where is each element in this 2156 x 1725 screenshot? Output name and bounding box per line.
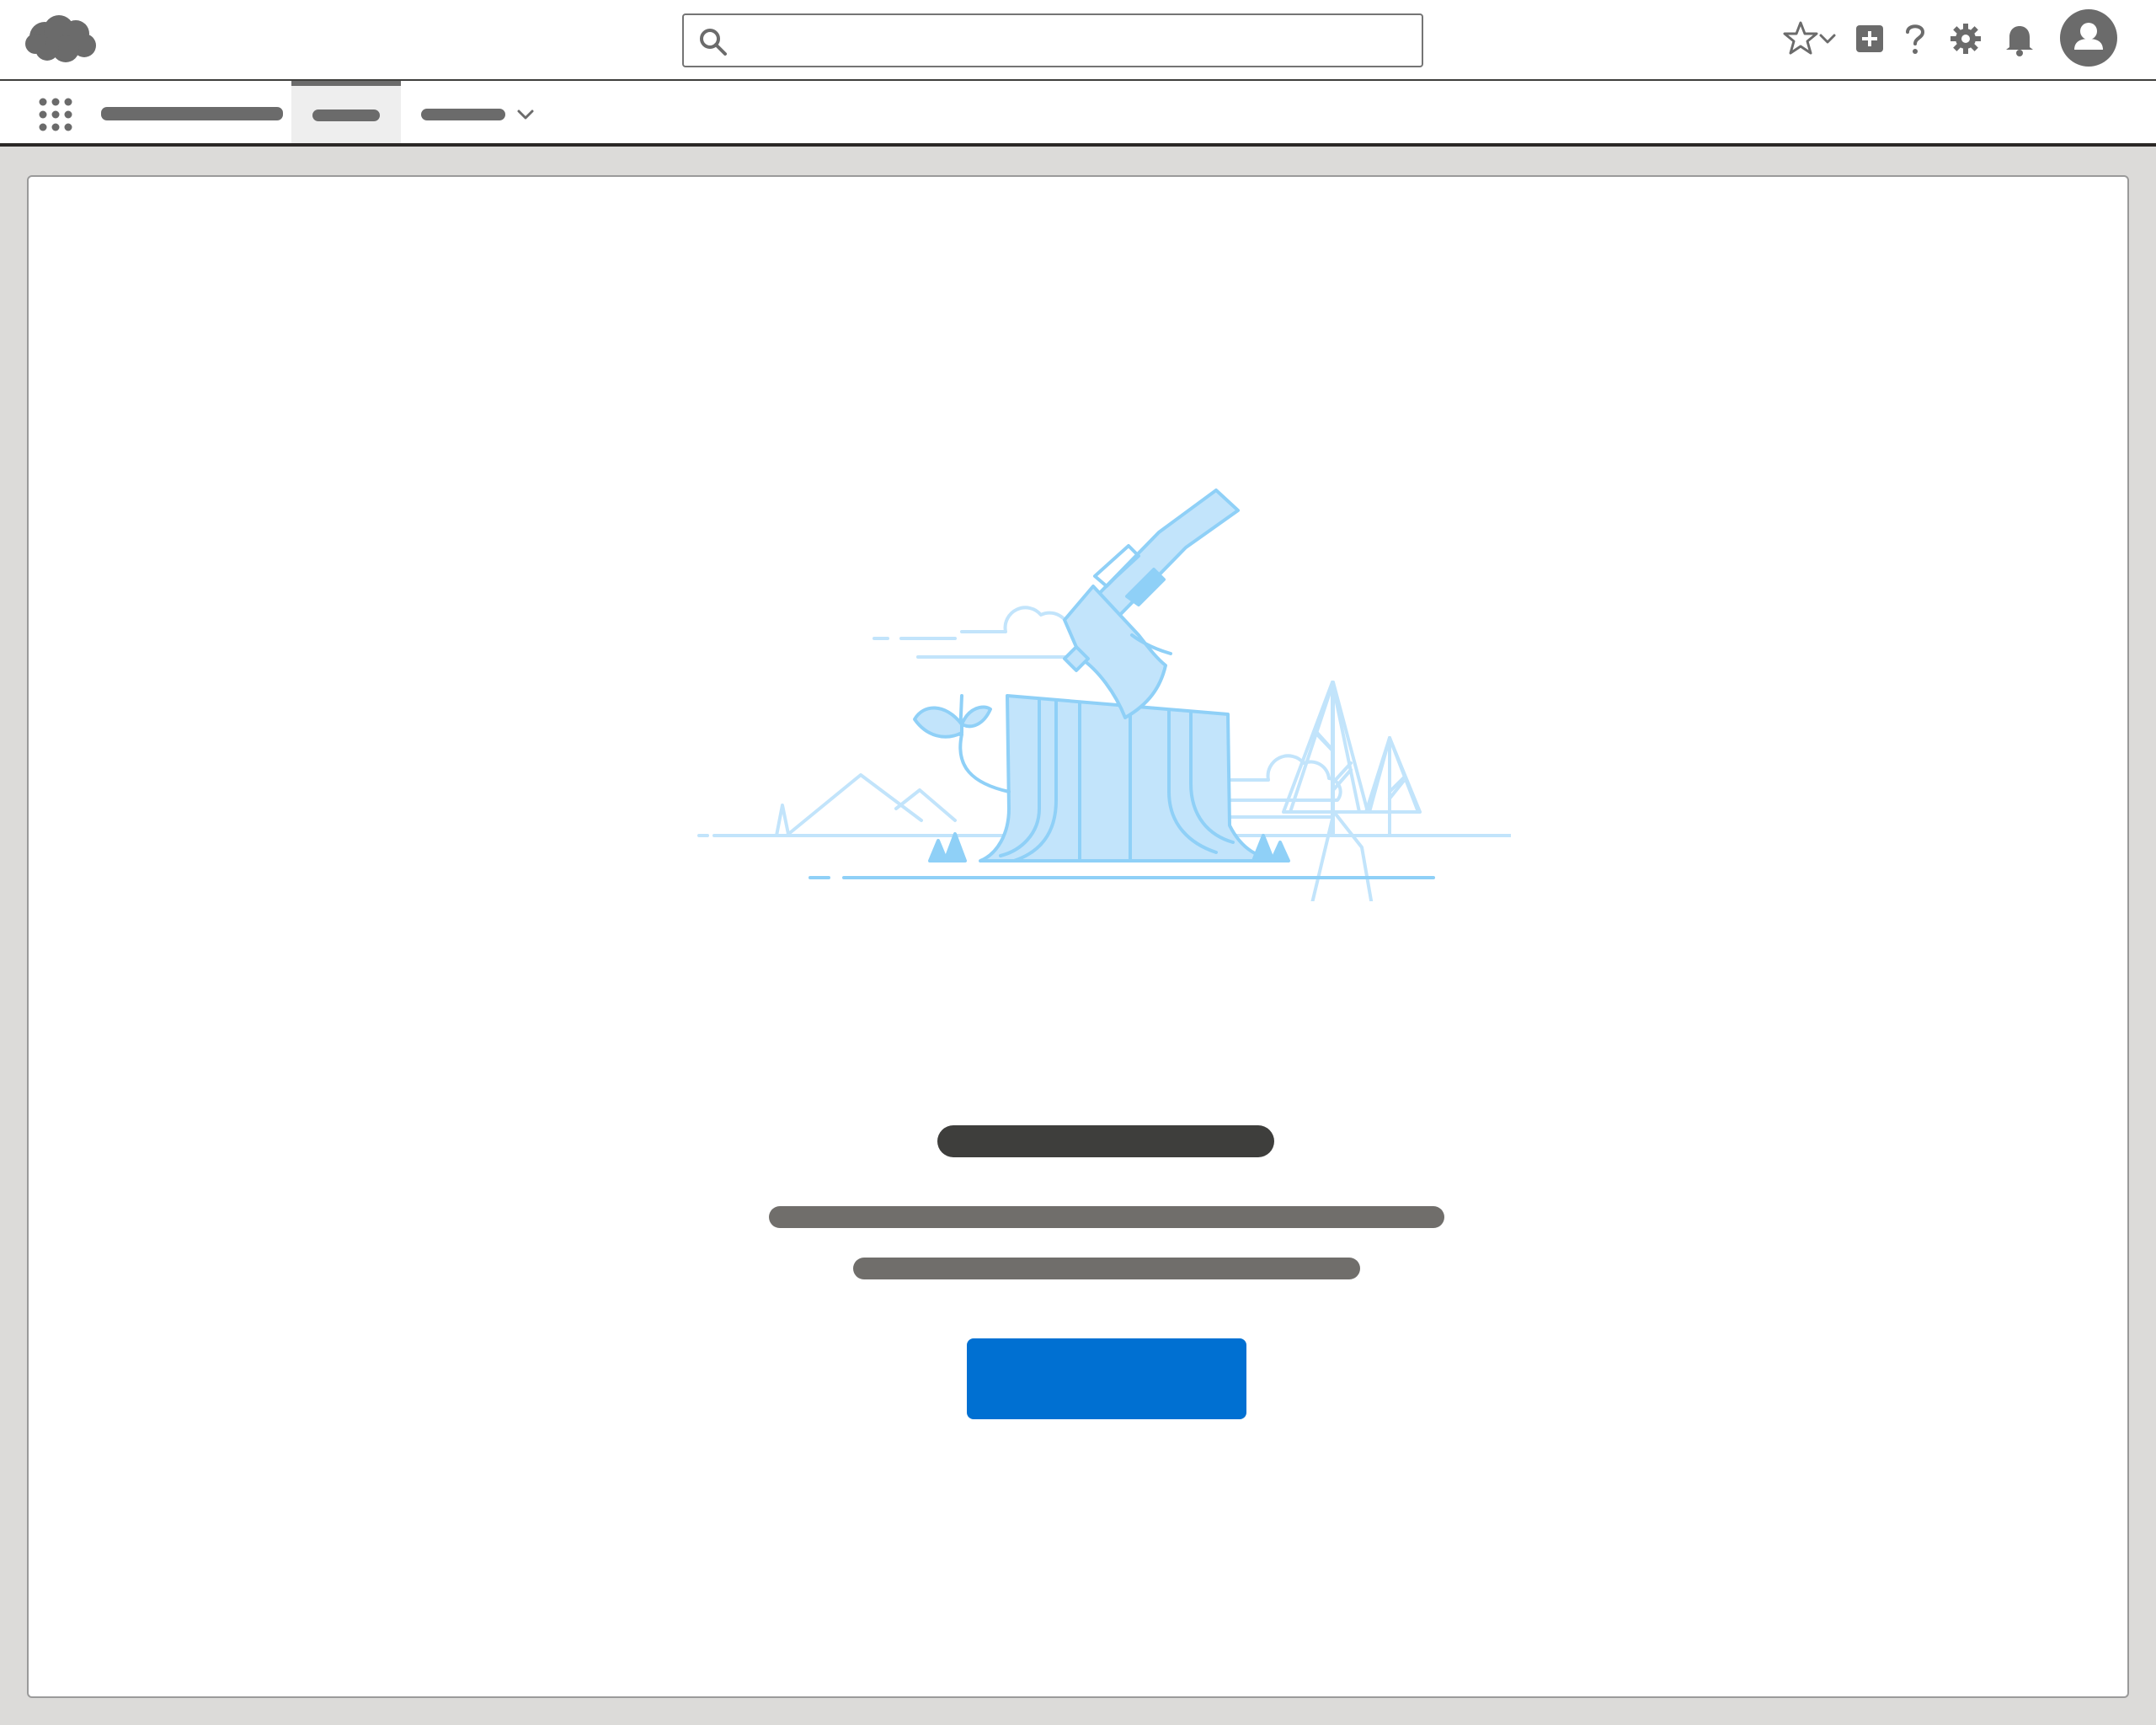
global-header [0,0,2156,81]
cloud-logo-icon[interactable] [24,12,99,66]
empty-state-message-line-2 [853,1258,1360,1279]
chevron-down-icon[interactable] [1816,19,1839,59]
user-avatar[interactable] [2060,9,2117,67]
user-avatar-icon [2074,23,2103,50]
app-name [101,107,283,120]
nav-tab-active[interactable] [291,81,401,143]
help-question-icon[interactable] [1895,19,1935,59]
global-actions-plus-icon[interactable] [1849,19,1890,59]
favorites-star-icon[interactable] [1780,19,1821,59]
main-card [27,175,2129,1698]
empty-state-illustration [697,489,1511,901]
global-search[interactable] [682,13,1423,67]
chevron-down-icon[interactable] [514,103,537,126]
search-input[interactable] [738,15,1412,66]
empty-state-title [937,1125,1274,1157]
setup-gear-icon[interactable] [1945,19,1986,59]
empty-state-primary-button[interactable] [967,1338,1246,1419]
nav-tab-dropdown[interactable] [414,81,549,143]
search-icon [700,29,727,56]
notifications-bell-icon[interactable] [1999,19,2040,59]
empty-state-message-line-1 [769,1206,1444,1228]
navigation-bar [0,81,2156,147]
app-launcher-icon[interactable] [37,96,74,133]
